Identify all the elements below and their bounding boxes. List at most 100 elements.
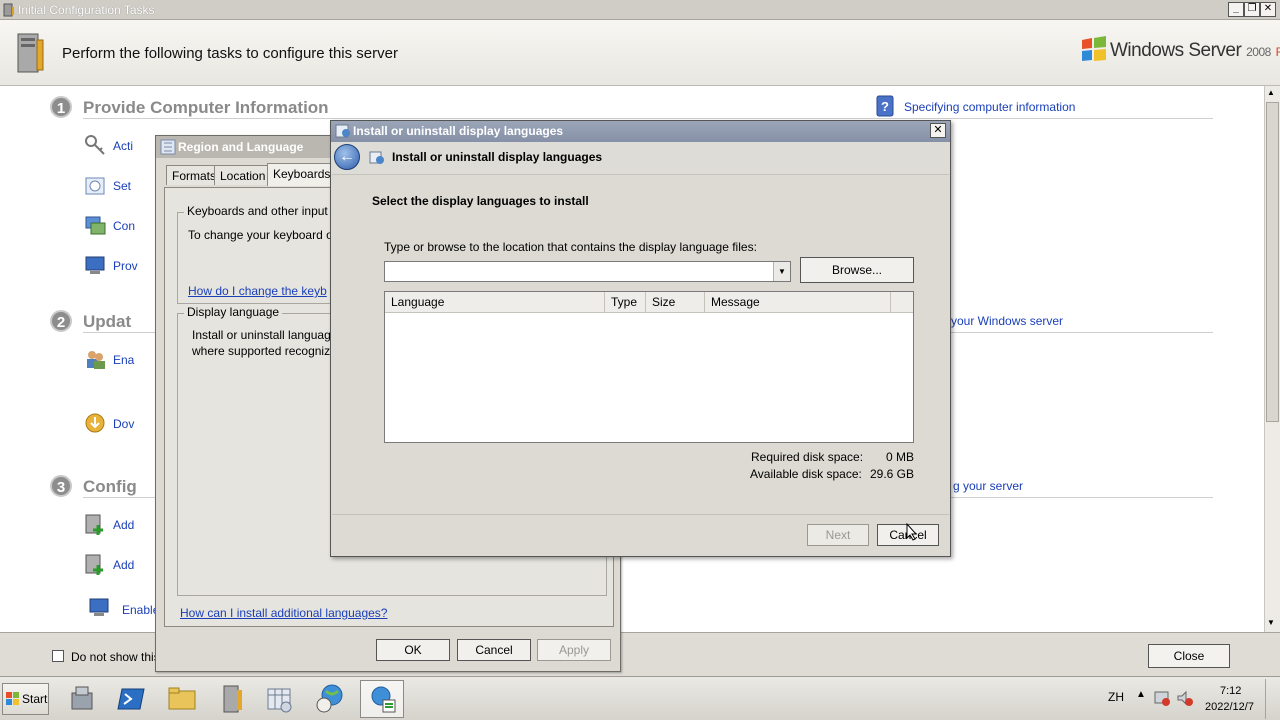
key-icon: [85, 135, 105, 155]
section-title[interactable]: Config: [83, 477, 137, 497]
help-link-update[interactable]: your Windows server: [951, 314, 1063, 328]
help-link-computer-info[interactable]: Specifying computer information: [904, 100, 1075, 114]
next-button[interactable]: Next: [807, 524, 869, 546]
do-not-show-label: Do not show this: [71, 650, 160, 664]
network-icon: [85, 216, 106, 235]
column-header-size[interactable]: Size: [646, 292, 705, 312]
main-title-bar[interactable]: Initial Configuration Tasks _ ❐ ✕: [0, 0, 1280, 20]
column-header-type[interactable]: Type: [605, 292, 646, 312]
section-title[interactable]: Updat: [83, 312, 131, 332]
ok-button[interactable]: OK: [376, 639, 450, 661]
install-languages-dialog: Install or uninstall display languages ✕…: [330, 120, 951, 557]
close-window-button[interactable]: ✕: [1260, 2, 1276, 17]
wizard-footer: Next Cancel: [332, 514, 949, 555]
logo-edition: R2: [1275, 45, 1280, 59]
languages-list[interactable]: Language Type Size Message: [384, 291, 914, 443]
taskbar-powershell[interactable]: [110, 680, 154, 718]
task-enable-remote-desktop[interactable]: Enable: [122, 603, 159, 617]
task-provide-computer-name[interactable]: Prov: [113, 259, 138, 273]
taskbar-install-languages[interactable]: [360, 680, 404, 718]
server-icon: [17, 33, 44, 73]
taskbar-region-language[interactable]: [258, 680, 302, 718]
wizard-heading: Install or uninstall display languages: [392, 150, 603, 164]
available-space-label: Available disk space:: [750, 467, 862, 481]
start-button[interactable]: Start: [2, 683, 49, 715]
task-download-updates[interactable]: Dov: [113, 417, 134, 431]
minimize-button[interactable]: _: [1228, 2, 1244, 17]
start-label: Start: [22, 692, 48, 706]
input-language-indicator[interactable]: ZH: [1108, 690, 1124, 704]
main-header: Perform the following tasks to configure…: [0, 20, 1280, 86]
restore-button[interactable]: ❐: [1244, 2, 1260, 17]
clock-date[interactable]: 2022/12/7: [1205, 701, 1254, 713]
computer-icon: [85, 256, 105, 274]
task-set-time[interactable]: Set: [113, 179, 131, 193]
network-tray-icon[interactable]: [1154, 691, 1170, 706]
task-add-features[interactable]: Add: [113, 558, 134, 572]
scroll-thumb[interactable]: [1266, 102, 1279, 422]
server-manager-icon: [71, 686, 93, 710]
task-activate[interactable]: Acti: [113, 139, 133, 153]
required-space-value: 0 MB: [885, 450, 914, 464]
mouse-cursor-icon: [906, 523, 918, 541]
show-hidden-icons-button[interactable]: ▲: [1136, 689, 1146, 700]
keyboards-text: To change your keyboard o: [188, 228, 333, 242]
do-not-show-checkbox[interactable]: [52, 650, 64, 662]
main-scrollbar[interactable]: ▲ ▼: [1264, 86, 1280, 632]
wizard-nav: ← Install or uninstall display languages: [331, 142, 950, 174]
tab-keyboards-languages[interactable]: Keyboards a: [267, 163, 335, 186]
languages-list-header: Language Type Size Message: [385, 292, 913, 313]
show-desktop-button[interactable]: [1265, 679, 1279, 719]
close-button[interactable]: Close: [1148, 644, 1230, 668]
section-number: 2: [50, 310, 72, 332]
display-language-text-2: where supported recogniz: [192, 344, 331, 358]
path-combobox[interactable]: ▼: [384, 261, 791, 282]
language-install-taskbar-icon: [371, 686, 396, 713]
scroll-up-arrow[interactable]: ▲: [1267, 88, 1275, 97]
windows-flag-icon: [1082, 36, 1106, 61]
windows-start-icon: [6, 692, 19, 705]
install-languages-link[interactable]: How can I install additional languages?: [180, 606, 387, 620]
display-language-legend: Display language: [184, 305, 283, 319]
taskbar-initial-config[interactable]: [210, 680, 254, 718]
back-arrow-icon[interactable]: ←: [334, 144, 360, 170]
section-number: 3: [50, 475, 72, 497]
server-icon-small: [3, 3, 14, 17]
scroll-down-arrow[interactable]: ▼: [1267, 618, 1275, 627]
taskbar-server-manager[interactable]: [60, 680, 104, 718]
taskbar-clock-globe[interactable]: [308, 680, 352, 718]
volume-tray-icon[interactable]: [1177, 690, 1193, 706]
section-title[interactable]: Provide Computer Information: [83, 98, 329, 118]
browse-button[interactable]: Browse...: [800, 257, 914, 283]
users-icon: [87, 351, 105, 369]
header-title: Perform the following tasks to configure…: [62, 45, 398, 62]
install-dialog-title-bar[interactable]: Install or uninstall display languages ✕: [331, 121, 950, 142]
available-space-value: 29.6 GB: [869, 467, 914, 481]
task-enable-updates[interactable]: Ena: [113, 353, 134, 367]
clock-icon: [85, 177, 105, 195]
dropdown-arrow-icon[interactable]: ▼: [773, 262, 790, 281]
powershell-icon: [117, 688, 145, 710]
add-roles-icon: [85, 514, 103, 535]
help-link-customize[interactable]: g your server: [953, 479, 1023, 493]
change-keyboard-link[interactable]: How do I change the keyb: [188, 284, 327, 298]
wizard-language-icon: [369, 151, 384, 164]
wizard-body: Select the display languages to install …: [332, 174, 949, 514]
path-input[interactable]: [385, 262, 770, 281]
clock-time[interactable]: 7:12: [1220, 685, 1241, 697]
display-language-text-1: Install or uninstall languag: [192, 328, 331, 342]
svg-text:?: ?: [881, 99, 889, 114]
taskbar-explorer[interactable]: [160, 680, 204, 718]
apply-button[interactable]: Apply: [537, 639, 611, 661]
tab-location[interactable]: Location: [214, 165, 272, 185]
task-add-roles[interactable]: Add: [113, 518, 134, 532]
required-space-label: Required disk space:: [751, 450, 864, 464]
install-close-button[interactable]: ✕: [930, 123, 946, 138]
initial-config-icon: [223, 685, 242, 713]
column-header-language[interactable]: Language: [385, 292, 605, 312]
download-icon: [85, 413, 105, 433]
folder-icon: [168, 687, 196, 710]
column-header-message[interactable]: Message: [705, 292, 891, 312]
task-configure-networking[interactable]: Con: [113, 219, 135, 233]
region-cancel-button[interactable]: Cancel: [457, 639, 531, 661]
